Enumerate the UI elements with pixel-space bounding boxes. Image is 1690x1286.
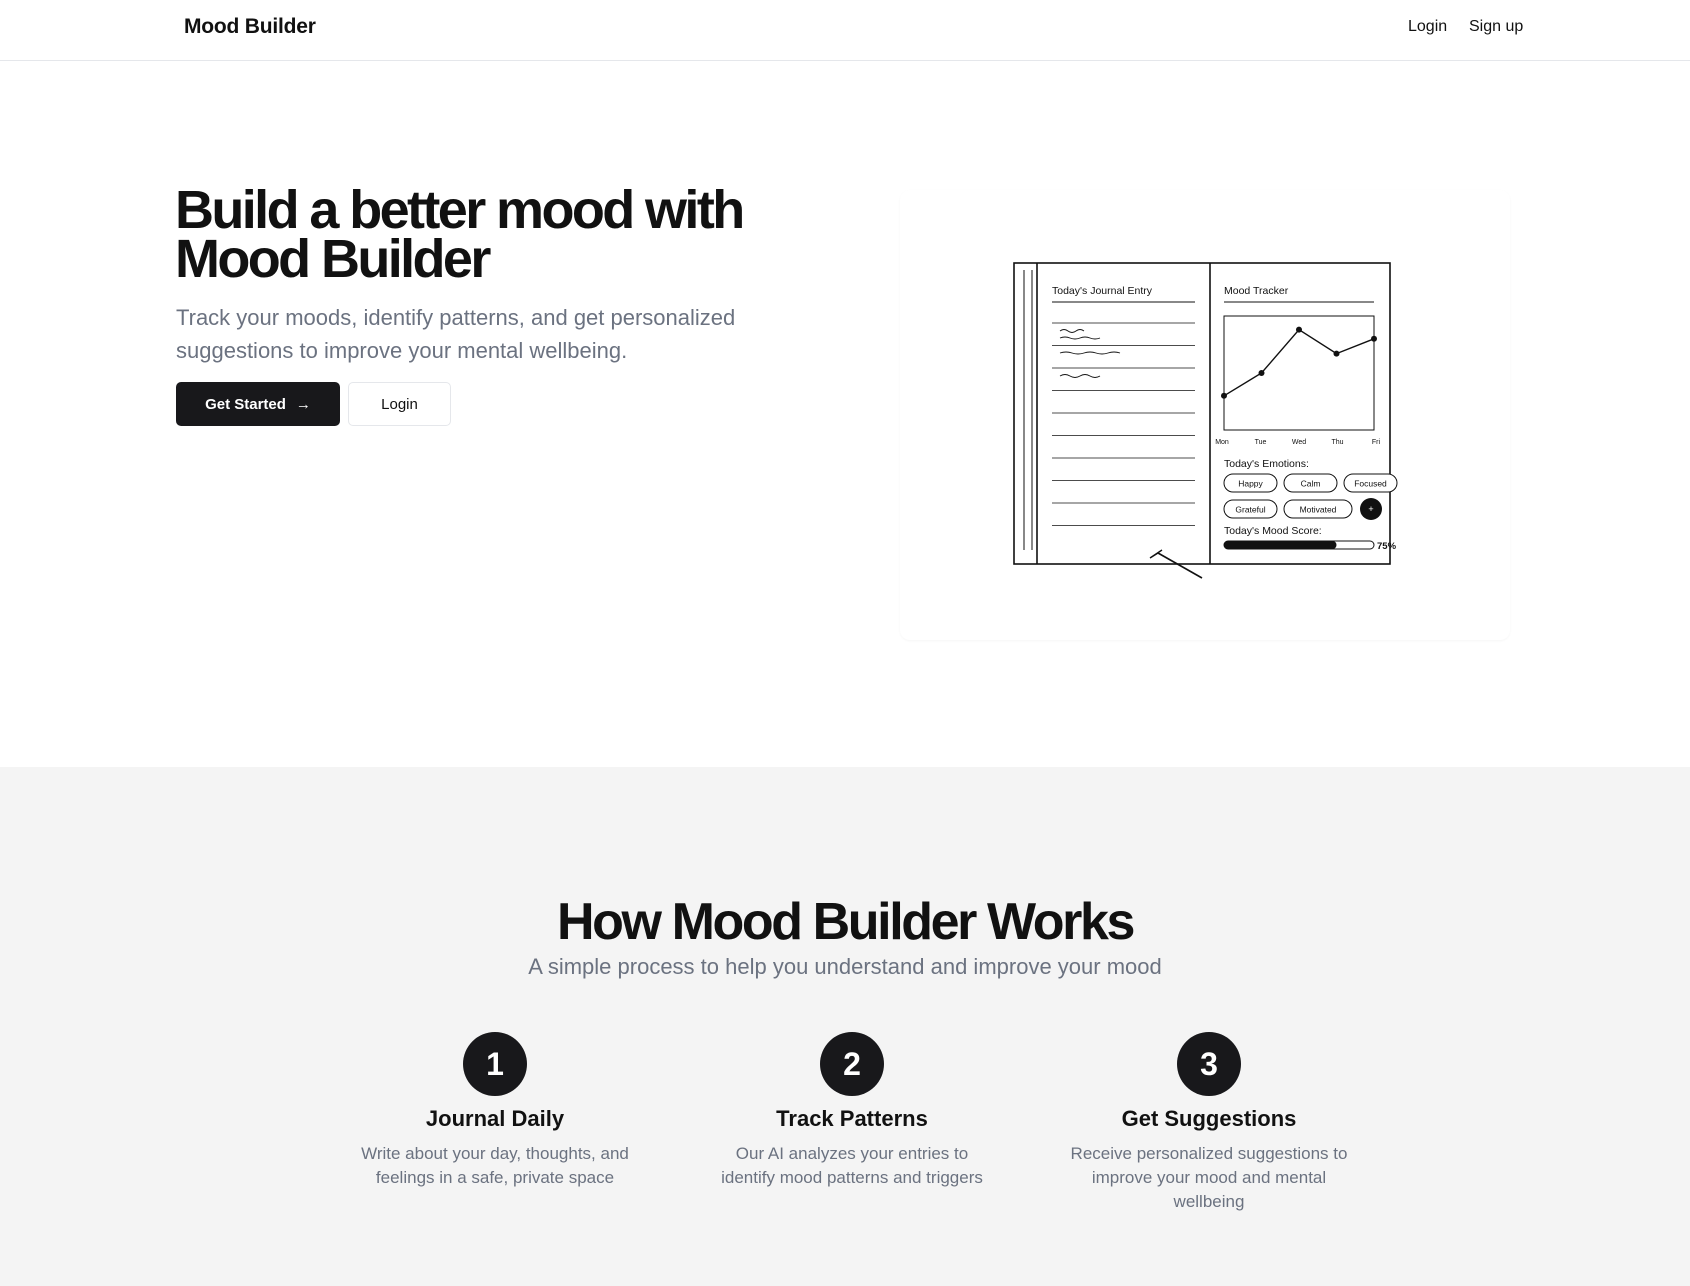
mood-point <box>1333 350 1340 357</box>
journal-title: Today's Journal Entry <box>1052 285 1153 297</box>
step-get-suggestions: 3 Get Suggestions Receive personalized s… <box>1059 1032 1359 1214</box>
emotions-label: Today's Emotions: <box>1224 458 1309 470</box>
step-track-patterns: 2 Track Patterns Our AI analyzes your en… <box>702 1032 1002 1190</box>
step-number-badge: 1 <box>463 1032 527 1096</box>
emotion-chip-label: Calm <box>1301 479 1321 489</box>
how-it-works-section: How Mood Builder Works A simple process … <box>0 767 1690 1286</box>
hero-subtitle: Track your moods, identify patterns, and… <box>176 305 736 363</box>
mood-score-value: 75% <box>1377 541 1397 552</box>
arrow-right-icon: → <box>295 395 311 413</box>
step-description: Write about your day, thoughts, and feel… <box>361 1144 629 1187</box>
mood-day-label: Wed <box>1292 439 1306 446</box>
brand-logo[interactable]: Mood Builder <box>184 15 316 39</box>
emotion-chip[interactable]: Grateful <box>1223 499 1278 519</box>
top-navigation-bar: Mood Builder Login Sign up <box>0 0 1690 61</box>
emotion-chip[interactable]: Happy <box>1223 473 1278 493</box>
mood-point <box>1221 392 1227 399</box>
emotion-chip[interactable]: Calm <box>1283 473 1338 493</box>
step-journal-daily: 1 Journal Daily Write about your day, th… <box>345 1032 645 1190</box>
mood-day-label: Tue <box>1255 439 1267 446</box>
emotion-chip-label: Grateful <box>1235 505 1265 515</box>
nav-login-link[interactable]: Login <box>1408 18 1447 36</box>
add-emotion-label: + <box>1368 504 1373 514</box>
step-title: Journal Daily <box>425 1106 565 1131</box>
mood-tracker-title: Mood Tracker <box>1224 285 1289 297</box>
step-title: Track Patterns <box>776 1106 928 1131</box>
step-number-badge: 2 <box>820 1032 884 1096</box>
hero-login-button[interactable]: Login <box>348 382 451 426</box>
emotion-chip-label: Happy <box>1238 479 1263 489</box>
emotion-chip-label: Focused <box>1354 479 1387 489</box>
mood-day-label: Thu <box>1331 439 1343 446</box>
mood-point <box>1371 335 1377 342</box>
get-started-button[interactable]: Get Started → <box>176 382 340 426</box>
mood-day-label: Mon <box>1215 439 1229 446</box>
hero-title: Build a better mood with Mood Builder <box>175 180 745 289</box>
mood-score-label: Today's Mood Score: <box>1224 525 1322 537</box>
mood-chart-frame <box>1223 315 1375 431</box>
step-description: Our AI analyzes your entries to identify… <box>721 1144 983 1187</box>
mood-point <box>1296 326 1302 333</box>
mood-score-fill <box>1224 541 1337 549</box>
step-title: Get Suggestions <box>1121 1106 1297 1131</box>
how-subtitle: A simple process to help you understand … <box>528 954 1162 979</box>
step-description: Receive personalized suggestions to impr… <box>1070 1144 1348 1211</box>
emotion-chip-label: Motivated <box>1300 505 1337 515</box>
step-number-badge: 3 <box>1177 1032 1241 1096</box>
mood-point <box>1258 370 1265 376</box>
emotion-chip[interactable]: Motivated <box>1283 499 1353 519</box>
how-title: How Mood Builder Works <box>556 893 1135 951</box>
get-started-label: Get Started <box>205 395 286 413</box>
journal-illustration: Today's Journal Entry Mood Tracker Mon Tu… <box>1013 262 1398 579</box>
nav-signup-link[interactable]: Sign up <box>1469 18 1523 36</box>
emotion-chip[interactable]: Focused <box>1343 473 1398 493</box>
mood-day-label: Fri <box>1372 439 1381 446</box>
